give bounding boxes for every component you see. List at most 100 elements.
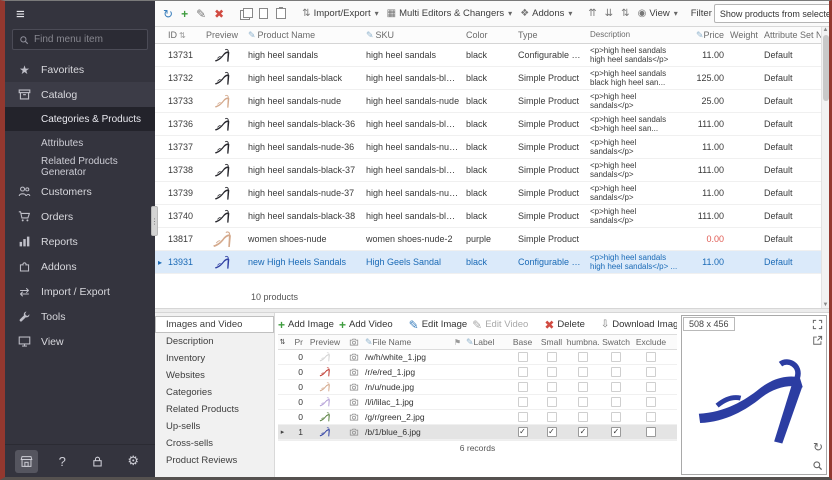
checkbox-small[interactable] [547, 352, 557, 362]
add-product-button[interactable]: + [178, 6, 191, 22]
checkbox-small[interactable] [547, 367, 557, 377]
gear-icon[interactable]: ⚙ [122, 450, 145, 473]
checkbox-swatch[interactable] [611, 382, 621, 392]
fullscreen-icon[interactable] [812, 319, 823, 330]
tab-cross-sells[interactable]: Cross-sells [155, 435, 274, 452]
table-row[interactable]: 13740 high heel sandals-black-38 high he… [155, 205, 821, 228]
checkbox-exclude[interactable] [646, 397, 656, 407]
checkbox-exclude[interactable] [646, 427, 656, 437]
sidebar-item-view[interactable]: View [5, 329, 155, 354]
add-image-button[interactable]: +Add Image [278, 319, 334, 331]
paste-button[interactable] [273, 6, 289, 21]
move-down-button[interactable]: ⇊ [602, 7, 616, 21]
sidebar-item-customers[interactable]: Customers [5, 179, 155, 204]
zoom-icon[interactable] [812, 460, 823, 471]
edit-image-button[interactable]: ✎Edit Image [409, 319, 467, 331]
vertical-scrollbar[interactable]: ▲ ▼ [821, 27, 829, 308]
checkbox-exclude[interactable] [646, 412, 656, 422]
multi-editors-menu[interactable]: ▦ Multi Editors & Changers ▾ [384, 6, 516, 21]
checkbox-small[interactable] [547, 427, 557, 437]
sidebar-item-categories-products[interactable]: Categories & Products [5, 107, 155, 131]
table-row[interactable]: 13739 high heel sandals-nude-37 high hee… [155, 182, 821, 205]
column-header-weight[interactable]: Weight [727, 30, 761, 40]
checkbox-small[interactable] [547, 382, 557, 392]
sidebar-item-favorites[interactable]: ★ Favorites [5, 57, 155, 82]
column-header-preview[interactable]: Preview [305, 337, 345, 347]
checkbox-thumbnail[interactable] [578, 412, 588, 422]
download-image-button[interactable]: ⇩Download Image [601, 319, 677, 330]
column-header-color[interactable]: Color [463, 30, 515, 40]
edit-product-button[interactable]: ✎ [193, 6, 209, 22]
image-row[interactable]: 0 /g/r/green_2.jpg [278, 410, 677, 425]
help-icon[interactable]: ? [51, 450, 74, 473]
table-row-selected[interactable]: ▸ 13931 new High Heels Sandals High Geel… [155, 251, 821, 274]
column-header-exclude[interactable]: Exclude [632, 337, 670, 347]
column-header-id[interactable]: ID⇅ [165, 30, 199, 40]
scrollbar-thumb[interactable] [823, 35, 829, 101]
checkbox-thumbnail[interactable] [578, 367, 588, 377]
move-up-button[interactable]: ⇈ [585, 7, 599, 21]
image-row[interactable]: 0 /n/u/nude.jpg [278, 380, 677, 395]
checkbox-thumbnail[interactable] [578, 397, 588, 407]
view-menu[interactable]: ◉ View ▾ [635, 6, 681, 21]
external-link-icon[interactable] [812, 335, 823, 346]
sidebar-item-related-products-generator[interactable]: Related Products Generator [5, 155, 155, 179]
checkbox-small[interactable] [547, 397, 557, 407]
table-row[interactable]: 13738 high heel sandals-black-37 high he… [155, 159, 821, 182]
table-row[interactable]: 13733 high heel sandals-nude high heel s… [155, 90, 821, 113]
column-header-swatch[interactable]: Swatch [600, 337, 632, 347]
sidebar-item-tools[interactable]: Tools [5, 304, 155, 329]
scroll-down-icon[interactable]: ▼ [823, 302, 829, 308]
tab-product-reviews[interactable]: Product Reviews [155, 452, 274, 469]
column-header-description[interactable]: Description [587, 30, 683, 40]
column-header-label[interactable]: ✎Label [464, 337, 508, 348]
sidebar-item-orders[interactable]: Orders [5, 204, 155, 229]
rotate-icon[interactable]: ↻ [813, 440, 823, 454]
sidebar-item-catalog[interactable]: Catalog [5, 82, 155, 107]
image-row-selected[interactable]: ▸ 1 /b/1/blue_6.jpg [278, 425, 677, 440]
tab-categories[interactable]: Categories [155, 384, 274, 401]
tab-websites[interactable]: Websites [155, 367, 274, 384]
sidebar-item-attributes[interactable]: Attributes [5, 131, 155, 155]
sidebar-item-reports[interactable]: Reports [5, 229, 155, 254]
checkbox-base[interactable] [518, 382, 528, 392]
tab-inventory[interactable]: Inventory [155, 350, 274, 367]
tab-images-and-video[interactable]: Images and Video [155, 316, 274, 333]
checkbox-base[interactable] [518, 412, 528, 422]
checkbox-swatch[interactable] [611, 367, 621, 377]
refresh-button[interactable]: ↻ [160, 6, 176, 22]
checkbox-thumbnail[interactable] [578, 382, 588, 392]
column-header-price[interactable]: ✎Price [683, 30, 727, 41]
column-header-type[interactable]: Type [515, 30, 587, 40]
checkbox-base[interactable] [518, 352, 528, 362]
checkbox-thumbnail[interactable] [578, 427, 588, 437]
checkbox-small[interactable] [547, 412, 557, 422]
sort-button[interactable]: ⇅ [618, 7, 632, 21]
column-header-base[interactable]: Base [508, 337, 537, 347]
panel-splitter-handle[interactable]: ⋮ [151, 206, 158, 236]
column-header-thumbnail[interactable]: Thumbna... [566, 337, 600, 347]
lock-icon[interactable] [86, 450, 109, 473]
image-row[interactable]: 0 /w/h/white_1.jpg [278, 350, 677, 365]
sidebar-item-import-export[interactable]: ⇄ Import / Export [5, 279, 155, 304]
delete-image-button[interactable]: ✖Delete [544, 319, 585, 331]
tab-up-sells[interactable]: Up-sells [155, 418, 274, 435]
edit-video-button[interactable]: ✎Edit Video [472, 319, 528, 331]
sidebar-search-input[interactable] [34, 34, 141, 45]
column-header-position[interactable]: Pr [287, 337, 305, 347]
column-header-small[interactable]: Small [537, 337, 566, 347]
image-row[interactable]: 0 /r/e/red_1.jpg [278, 365, 677, 380]
store-icon[interactable] [15, 450, 38, 473]
copy-button[interactable] [237, 6, 254, 21]
addons-menu[interactable]: ❖ Addons ▾ [517, 6, 575, 21]
checkbox-base[interactable] [518, 397, 528, 407]
column-header-attribute-set[interactable]: Attribute Set Name [761, 30, 821, 40]
hamburger-menu-button[interactable]: ≡ [5, 1, 155, 27]
column-header-preview[interactable]: Preview [199, 30, 245, 40]
table-row[interactable]: 13817 women shoes-nude women shoes-nude-… [155, 228, 821, 251]
checkbox-swatch[interactable] [611, 397, 621, 407]
checkbox-exclude[interactable] [646, 382, 656, 392]
import-export-menu[interactable]: ⇅ Import/Export ▾ [299, 6, 381, 21]
table-row[interactable]: 13732 high heel sandals-black high heel … [155, 67, 821, 90]
checkbox-base[interactable] [518, 427, 528, 437]
